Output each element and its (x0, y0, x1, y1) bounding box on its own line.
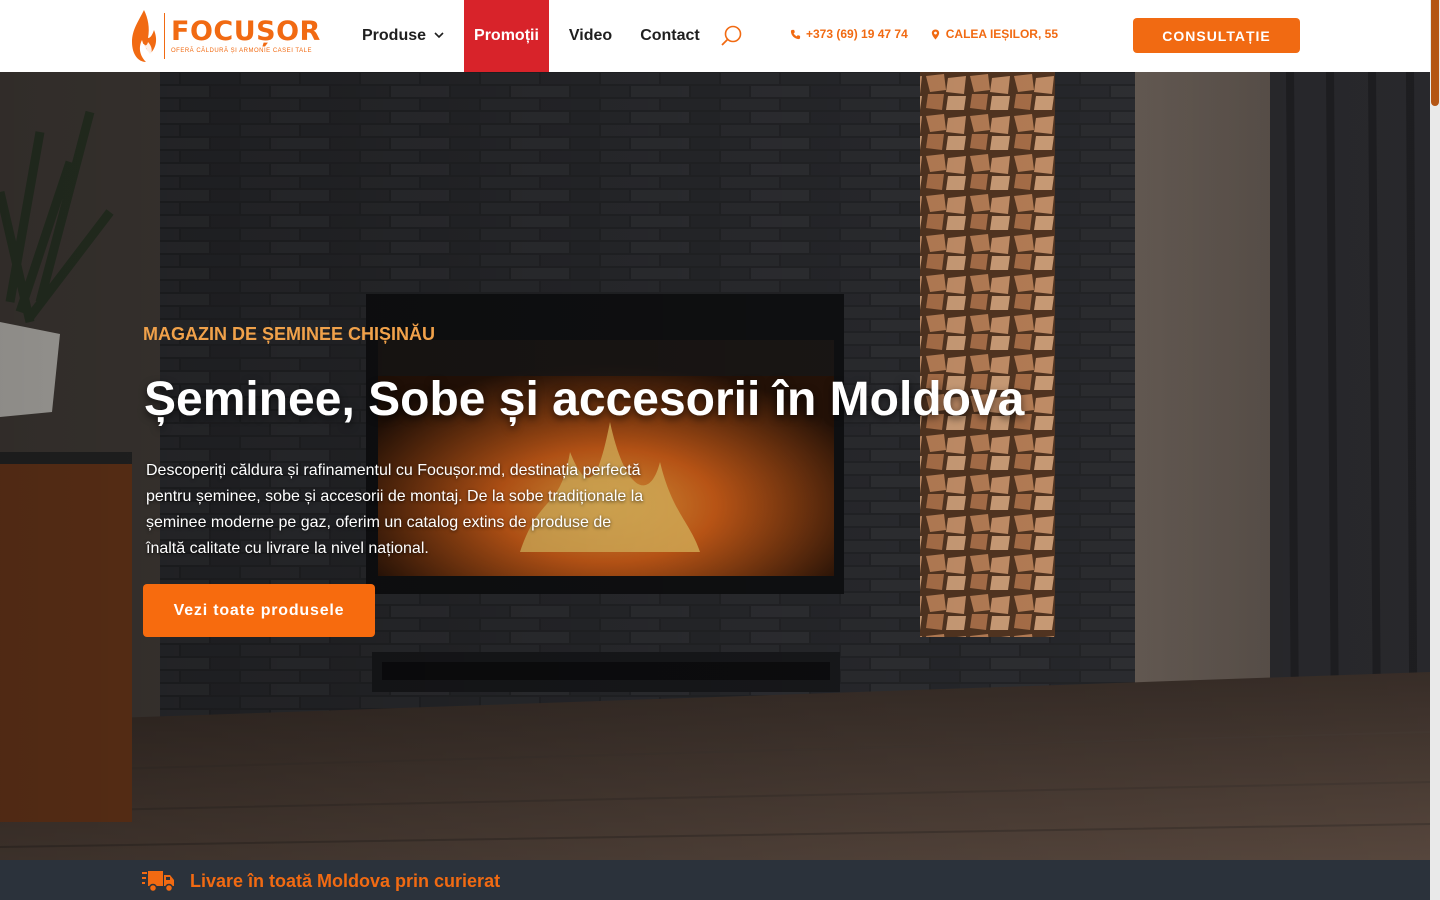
nav-item-video[interactable]: Video (555, 0, 626, 72)
phone-number: +373 (69) 19 47 74 (806, 27, 908, 41)
hero-eyebrow: MAGAZIN DE ȘEMINEE CHIȘINĂU (143, 324, 436, 344)
nav-item-label: Promoții (474, 27, 539, 44)
logo-text: FOCUȘOR OFERĂ CĂLDURĂ ȘI ARMONIE CASEI T… (171, 16, 321, 55)
delivery-text: Livare în toată Moldova prin curierat (190, 870, 501, 891)
search-icon[interactable] (720, 24, 744, 48)
site-header: FOCUȘOR OFERĂ CĂLDURĂ ȘI ARMONIE CASEI T… (0, 0, 1430, 72)
hero-description: Descoperiți căldura și rafinamentul cu F… (146, 462, 644, 557)
truck-icon (142, 871, 174, 893)
chevron-down-icon (434, 31, 444, 42)
map-pin-icon (931, 28, 939, 40)
scrollbar-thumb[interactable] (1431, 0, 1439, 106)
phone-icon (790, 29, 801, 39)
nav-item-promotii[interactable]: Promoții (464, 0, 549, 72)
page-scrollbar[interactable] (1430, 0, 1440, 900)
address-text: CALEA IEȘILOR, 55 (945, 27, 1058, 41)
header-contacts: +373 (69) 19 47 74 CALEA IEȘILOR, 55 (790, 27, 1058, 41)
logo-name: FOCUȘOR (171, 16, 321, 47)
flame-icon (132, 10, 157, 62)
delivery-feature: Livare în toată Moldova prin curierat (142, 869, 500, 893)
hero-section: MAGAZIN DE ȘEMINEE CHIȘINĂU Șeminee, Sob… (0, 72, 1430, 860)
consultation-button[interactable]: CONSULTAȚIE (1133, 18, 1300, 53)
nav-item-label: Produse (362, 27, 427, 44)
view-all-products-button[interactable]: Vezi toate produsele (143, 584, 375, 637)
nav-item-label: Contact (640, 27, 700, 44)
logo-tagline: OFERĂ CĂLDURĂ ȘI ARMONIE CASEI TALE (171, 48, 312, 54)
logo[interactable]: FOCUȘOR OFERĂ CĂLDURĂ ȘI ARMONIE CASEI T… (128, 8, 321, 64)
address-link[interactable]: CALEA IEȘILOR, 55 (930, 27, 1058, 41)
features-strip: Livare în toată Moldova prin curierat (0, 860, 1430, 900)
nav-item-contact[interactable]: Contact (626, 0, 714, 72)
hero-title: Șeminee, Sobe și accesorii în Moldova (144, 373, 1025, 426)
phone-link[interactable]: +373 (69) 19 47 74 (790, 27, 908, 41)
main-nav: Produse Promoții Video Contact (348, 0, 714, 72)
logo-divider (164, 13, 165, 59)
nav-item-produse[interactable]: Produse (348, 0, 458, 72)
nav-item-label: Video (568, 27, 613, 44)
